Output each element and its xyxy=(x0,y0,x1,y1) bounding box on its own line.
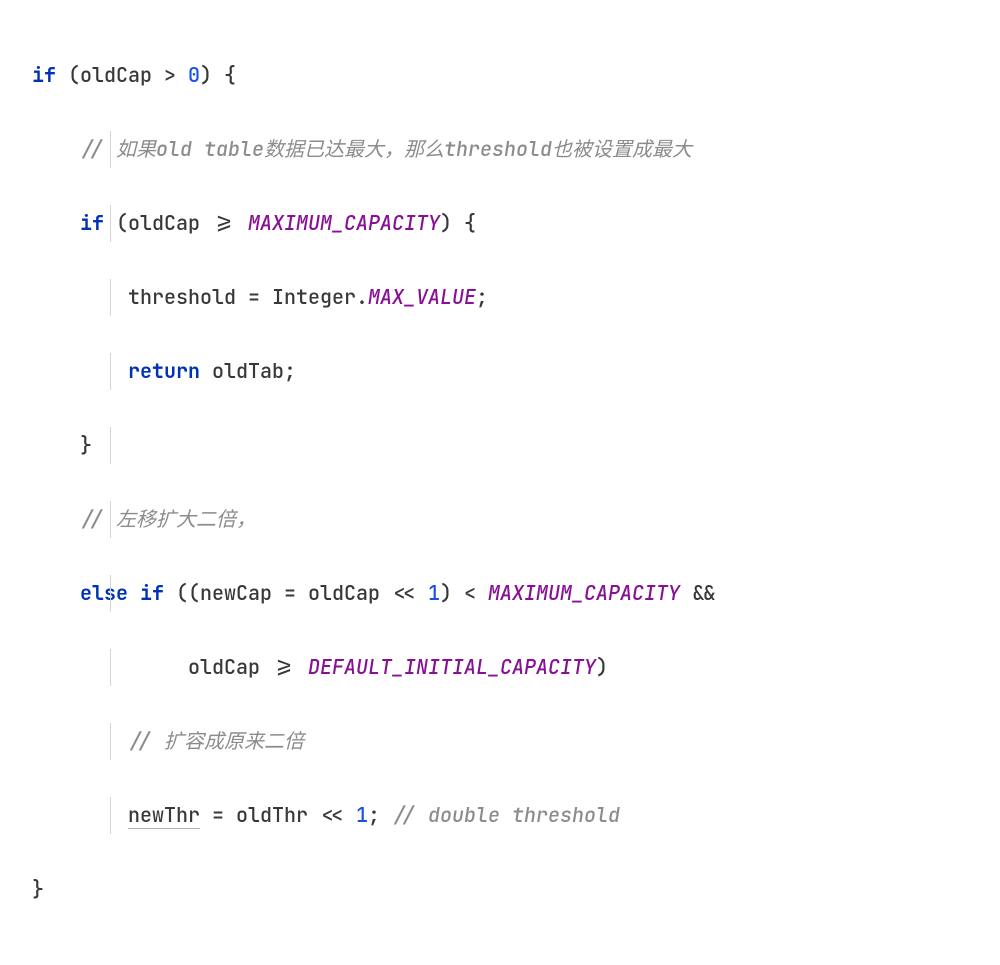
expr: ) < xyxy=(440,580,488,606)
paren-close: ) xyxy=(596,654,608,680)
indent-guide xyxy=(110,723,111,760)
space xyxy=(128,580,140,606)
constant: MAXIMUM_CAPACITY xyxy=(248,210,440,236)
code-line-12: } xyxy=(32,871,968,908)
expr: oldTab; xyxy=(200,358,296,384)
code-line-9: oldCap >= DEFAULT_INITIAL_CAPACITY) xyxy=(32,649,968,686)
constant: MAXIMUM_CAPACITY xyxy=(488,580,680,606)
code-line-11: newThr = oldThr << 1; // double threshol… xyxy=(32,797,968,834)
operator-andand: && xyxy=(680,580,716,606)
code-line-6: } xyxy=(32,427,968,464)
code-line-2: // 如果old table数据已达最大，那么threshold也被设置成最大 xyxy=(32,131,968,168)
brace-open: ) { xyxy=(200,62,236,88)
brace-open: ) { xyxy=(440,210,476,236)
comment: // double threshold xyxy=(392,802,620,828)
comment: // 扩容成原来二倍 xyxy=(128,728,304,754)
keyword-if: if xyxy=(32,62,56,88)
variable-newThr: newThr xyxy=(128,802,200,829)
code-line-5: return oldTab; xyxy=(32,353,968,390)
code-line-4: threshold = Integer.MAX_VALUE; xyxy=(32,279,968,316)
expr: ((newCap = oldCap << xyxy=(164,580,428,606)
indent-guide xyxy=(110,353,111,390)
semicolon: ; xyxy=(368,802,392,828)
code-line-1: if (oldCap > 0) { xyxy=(32,57,968,94)
comment: // 左移扩大二倍， xyxy=(80,506,256,532)
code-line-10: // 扩容成原来二倍 xyxy=(32,723,968,760)
code-line-3: if (oldCap >= MAXIMUM_CAPACITY) { xyxy=(32,205,968,242)
keyword-else: else xyxy=(80,580,128,606)
indent-guide xyxy=(110,649,111,686)
indent-guide xyxy=(110,131,111,168)
indent-guide xyxy=(110,575,111,612)
expr: (oldCap >= xyxy=(104,210,248,236)
code-line-7: // 左移扩大二倍， xyxy=(32,501,968,538)
number-literal: 1 xyxy=(428,580,440,606)
assignment: threshold = Integer. xyxy=(128,284,368,310)
constant: DEFAULT_INITIAL_CAPACITY xyxy=(308,654,596,680)
indent-guide xyxy=(110,427,111,464)
indent-guide xyxy=(110,501,111,538)
brace-close: } xyxy=(80,432,92,458)
indent-guide xyxy=(110,279,111,316)
keyword-if: if xyxy=(80,210,104,236)
code-block: if (oldCap > 0) { // 如果old table数据已达最大，那… xyxy=(32,20,968,945)
keyword-return: return xyxy=(128,358,200,384)
keyword-if: if xyxy=(140,580,164,606)
expr: = oldThr << xyxy=(200,802,356,828)
semicolon: ; xyxy=(476,284,488,310)
expr: oldCap >= xyxy=(188,654,308,680)
brace-close: } xyxy=(32,876,44,902)
comment: // 如果old table数据已达最大，那么threshold也被设置成最大 xyxy=(80,136,692,162)
number-literal: 0 xyxy=(188,62,200,88)
indent-guide xyxy=(110,797,111,834)
number-literal: 1 xyxy=(356,802,368,828)
code-line-8: else if ((newCap = oldCap << 1) < MAXIMU… xyxy=(32,575,968,612)
indent-guide xyxy=(110,205,111,242)
constant: MAX_VALUE xyxy=(368,284,476,310)
expr: (oldCap > xyxy=(56,62,188,88)
